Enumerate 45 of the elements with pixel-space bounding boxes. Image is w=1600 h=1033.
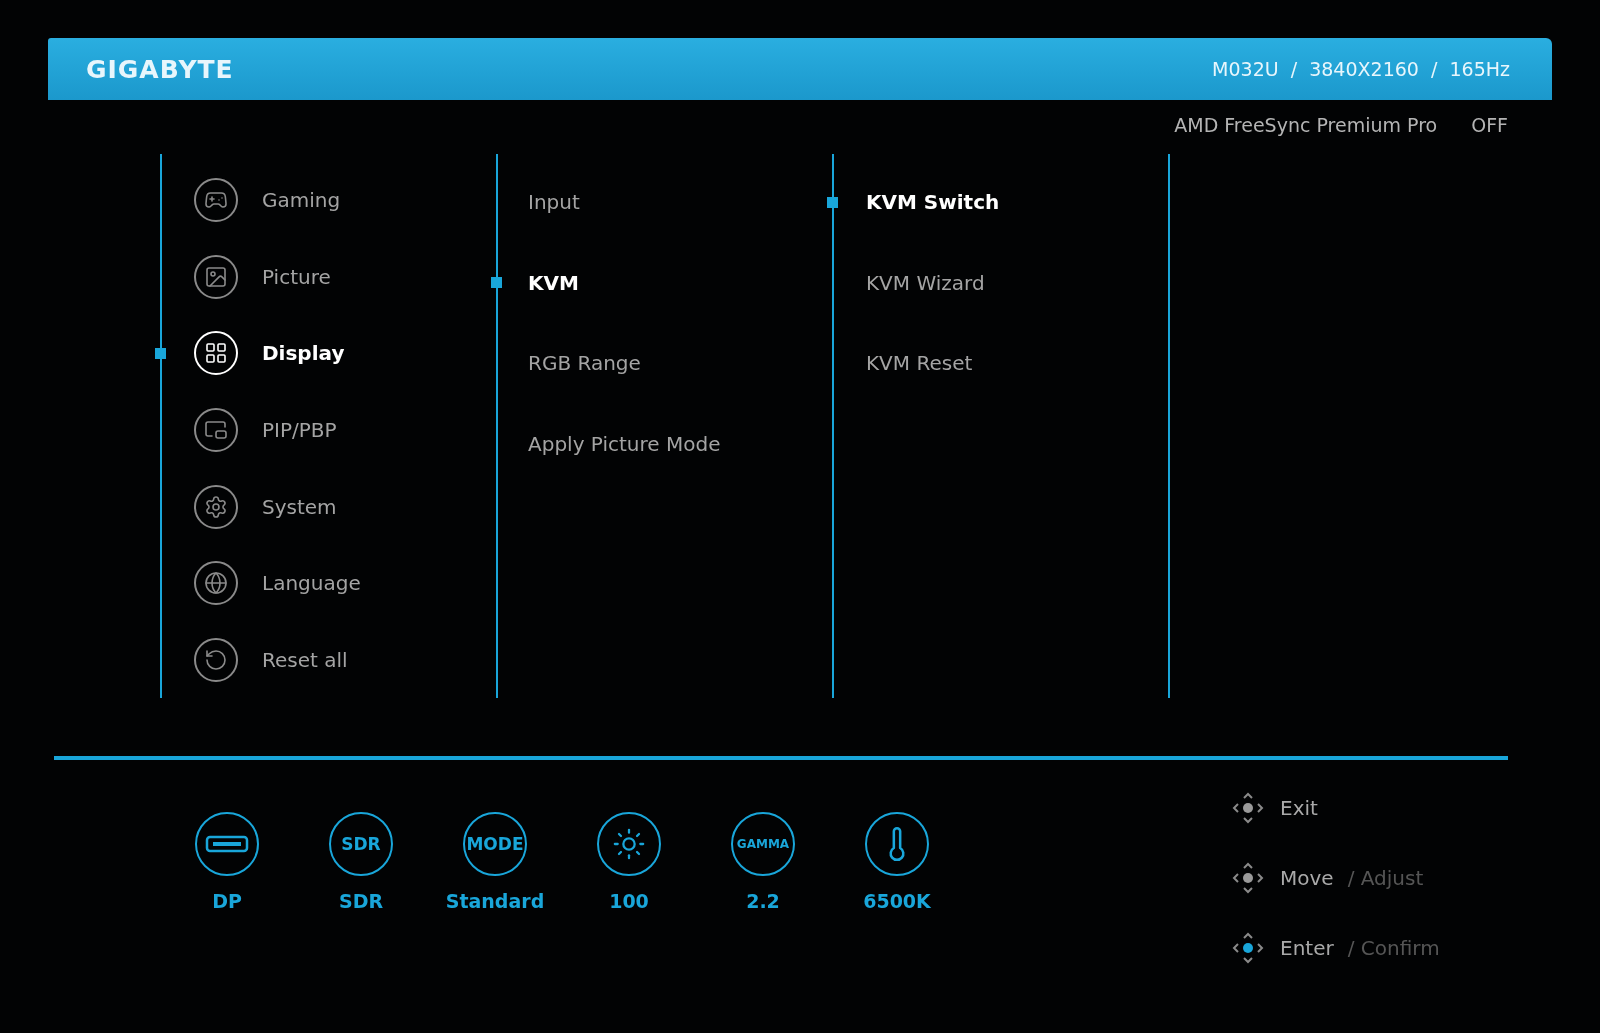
gamepad-icon <box>194 178 238 223</box>
menu-item[interactable]: Language <box>262 571 361 596</box>
grid-icon <box>194 331 238 376</box>
submenu-item[interactable]: Input <box>528 190 580 215</box>
globe-icon <box>194 561 238 606</box>
badge-text: GAMMA <box>736 837 790 851</box>
setting-value: SDR <box>338 890 384 912</box>
badge-text: MODE <box>466 834 524 854</box>
picture-in-picture-icon <box>194 408 238 452</box>
reset-icon <box>194 637 238 682</box>
submenu-item[interactable]: Apply Picture Mode <box>528 431 721 456</box>
navigation-joystick-icon <box>1230 930 1266 966</box>
menu-item[interactable]: System <box>262 494 337 519</box>
navigation-joystick-icon <box>1230 860 1266 896</box>
setting-value: 6500K <box>863 890 931 912</box>
hint-label: Exit <box>1280 796 1318 820</box>
image-icon <box>194 254 238 299</box>
menu-item[interactable]: Picture <box>262 264 331 289</box>
display-port-icon <box>195 812 259 876</box>
gear-icon <box>194 484 238 529</box>
submenu-item[interactable]: KVM <box>528 270 579 295</box>
badge-text: SDR <box>341 834 381 854</box>
menu-item[interactable]: Reset all <box>262 647 348 672</box>
hint-label: Move <box>1280 866 1334 890</box>
menu-item[interactable]: Gaming <box>262 188 341 213</box>
option-item[interactable]: KVM Reset <box>866 351 973 376</box>
status-label: AMD FreeSync Premium Pro <box>1174 114 1438 138</box>
thermometer-icon <box>865 812 929 876</box>
navigation-joystick-icon <box>1230 790 1266 826</box>
hint-secondary: / Confirm <box>1347 936 1440 960</box>
option-item[interactable]: KVM Switch <box>866 190 1000 215</box>
setting-value: Standard <box>445 890 545 912</box>
menu-item[interactable]: Display <box>262 341 345 366</box>
hint-secondary: / Adjust <box>1347 866 1424 890</box>
setting-value: 2.2 <box>746 890 780 912</box>
option-item[interactable]: KVM Wizard <box>866 270 985 295</box>
submenu-item[interactable]: RGB Range <box>528 351 641 376</box>
setting-value: DP <box>212 890 242 912</box>
status-value: OFF <box>1471 114 1508 138</box>
sun-icon <box>597 812 661 876</box>
brand-logo: GIGABYTE <box>86 54 234 84</box>
hint-label: Enter <box>1280 936 1334 960</box>
setting-value: 100 <box>609 890 649 912</box>
model-info: M032U / 3840X2160 / 165Hz <box>1212 58 1510 80</box>
menu-item[interactable]: PIP/PBP <box>262 418 337 442</box>
